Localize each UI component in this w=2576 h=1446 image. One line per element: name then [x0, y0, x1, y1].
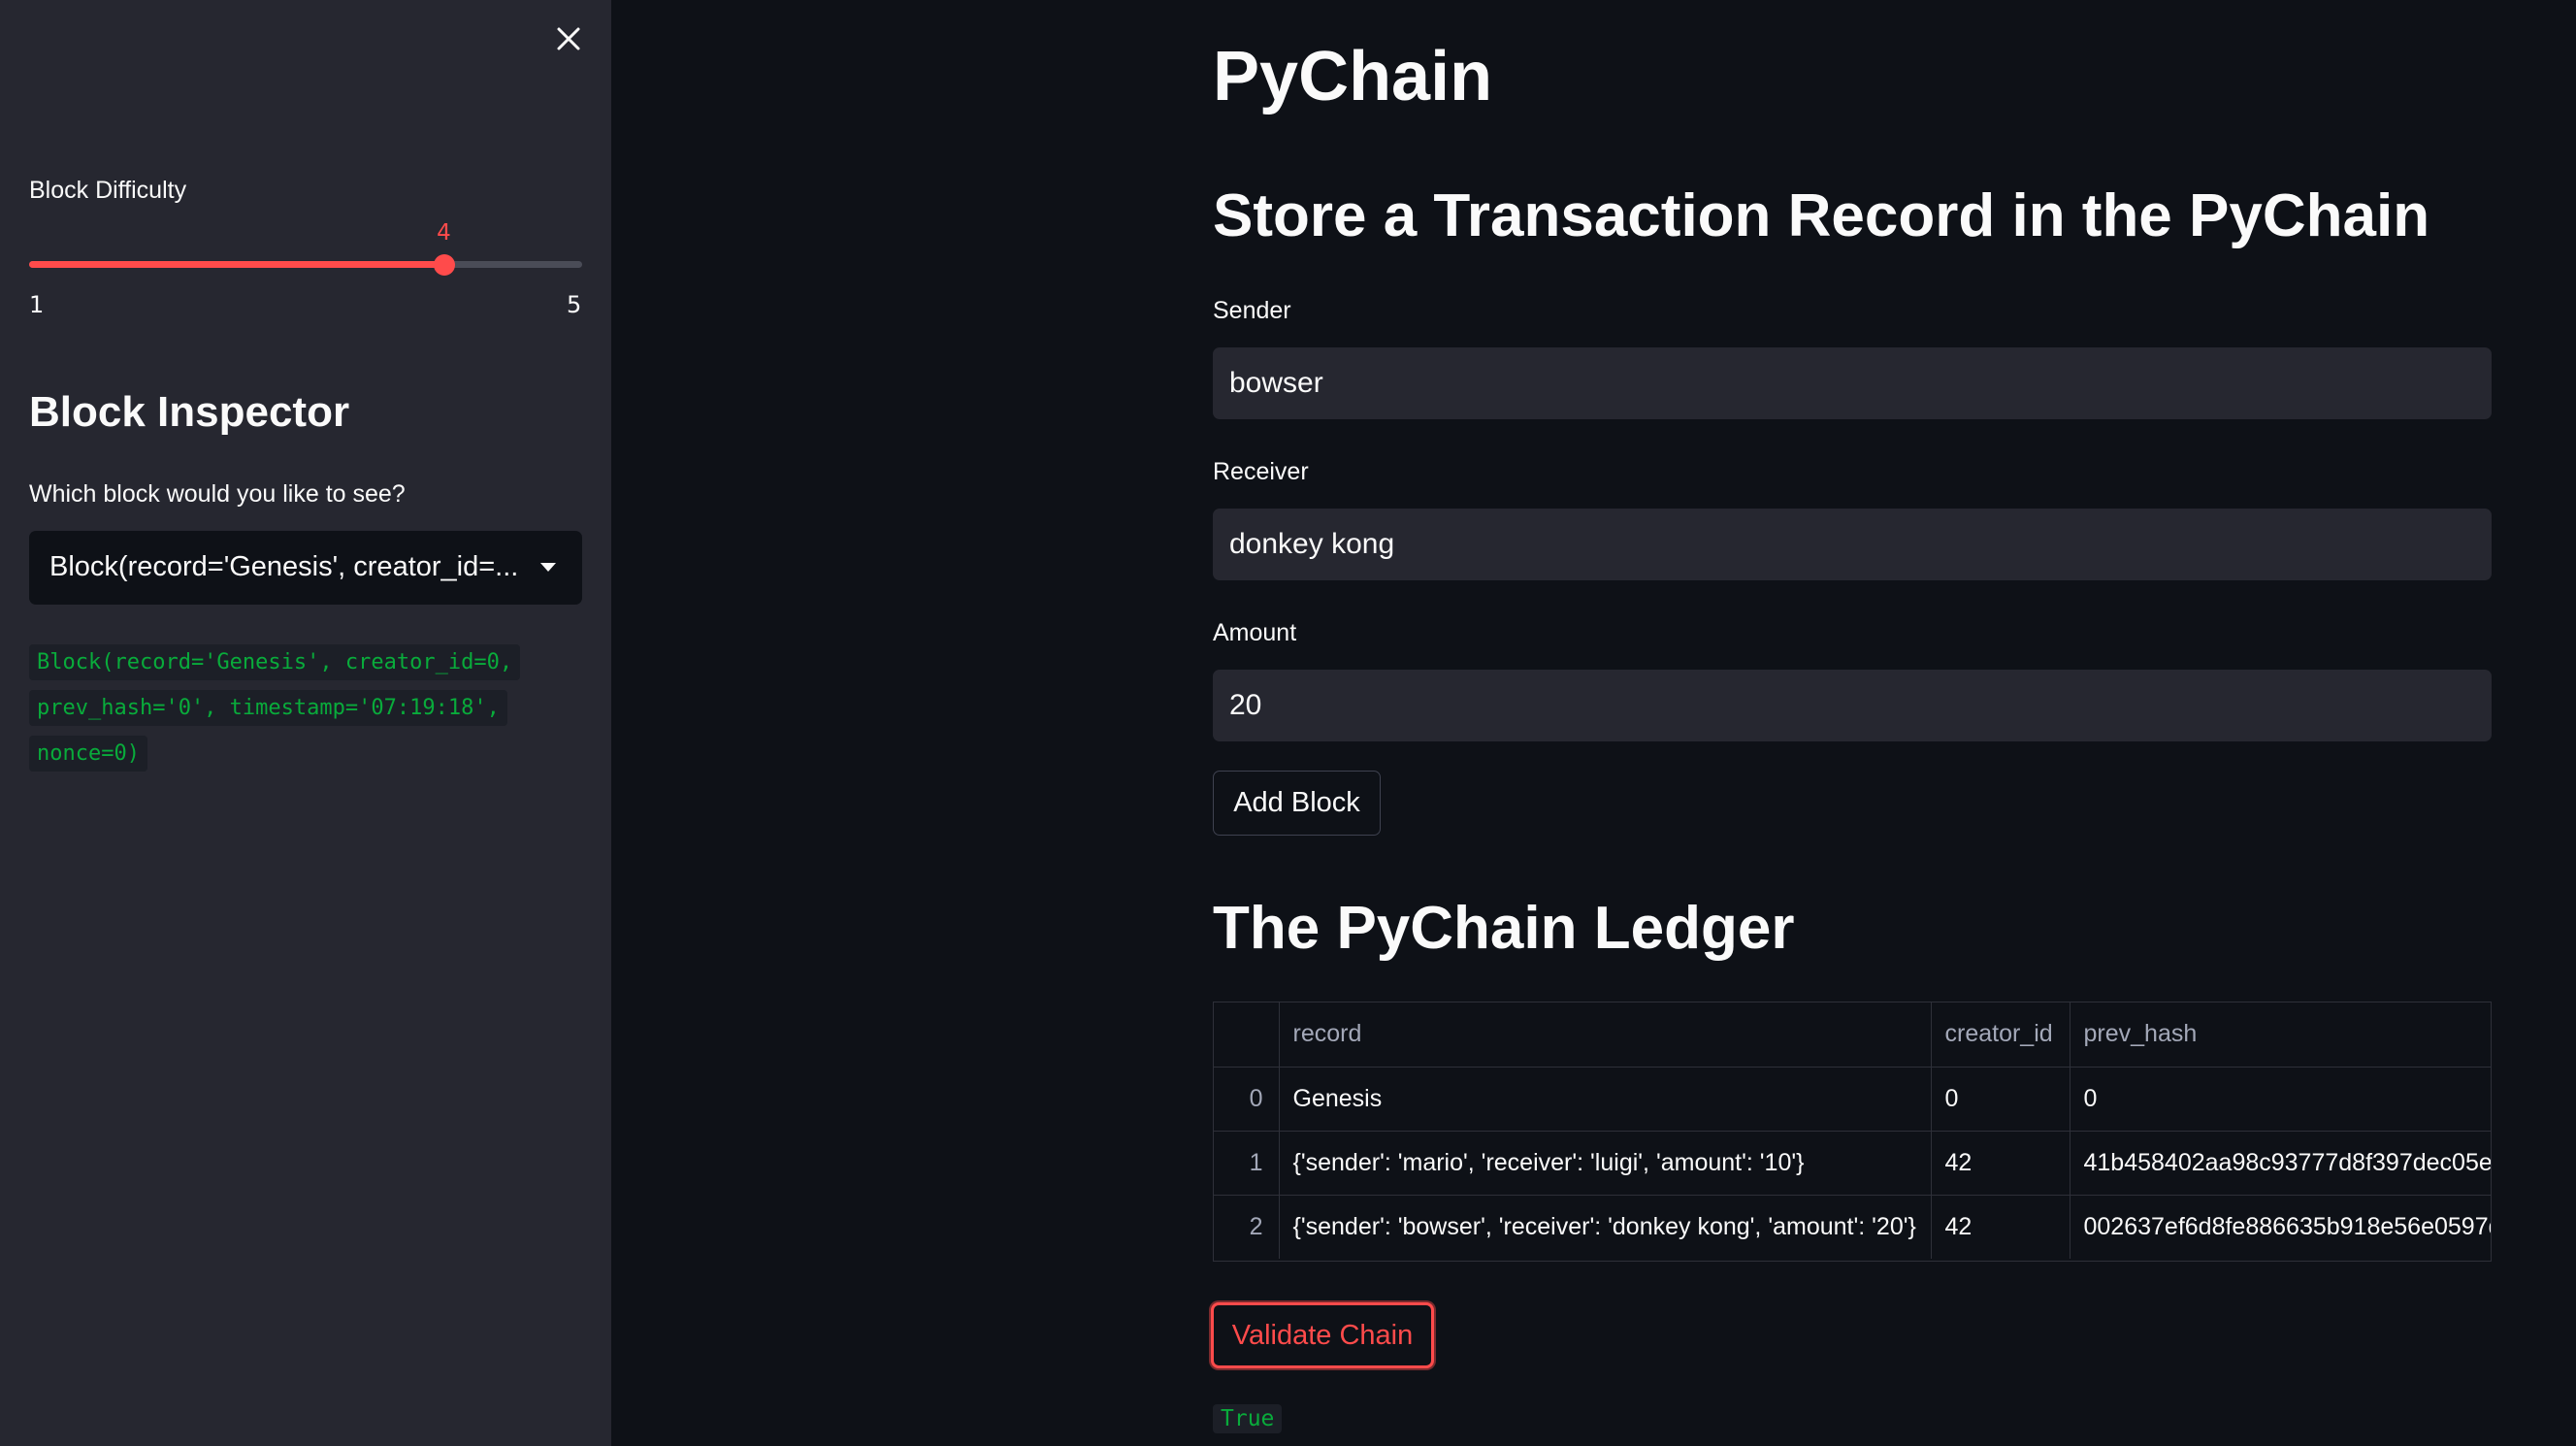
record-cell[interactable]: {'sender': 'bowser', 'receiver': 'donkey… [1279, 1195, 1932, 1259]
store-heading: Store a Transaction Record in the PyChai… [1213, 182, 2430, 249]
code-line: nonce=0) [29, 736, 147, 772]
slider-fill [29, 261, 444, 268]
app: Block Difficulty 4 1 5 Block Inspector W… [0, 0, 2576, 1446]
sender-label: Sender [1213, 297, 1291, 324]
validate-chain-button[interactable]: Validate Chain [1211, 1302, 1434, 1368]
block-detail-code: Block(record='Genesis', creator_id=0, pr… [29, 640, 572, 776]
prev-hash-cell[interactable]: 41b458402aa98c93777d8f397dec05efb [2070, 1131, 2491, 1196]
sender-input[interactable] [1213, 347, 2492, 419]
record-cell[interactable]: {'sender': 'mario', 'receiver': 'luigi',… [1279, 1131, 1932, 1196]
difficulty-slider[interactable] [29, 261, 582, 268]
table-row: 1 {'sender': 'mario', 'receiver': 'luigi… [1214, 1131, 2491, 1196]
close-icon [557, 27, 580, 50]
index-column-header [1214, 1002, 1280, 1068]
slider-min-label: 1 [29, 291, 45, 318]
difficulty-label: Block Difficulty [29, 177, 187, 204]
selected-block-value: Block(record='Genesis', creator_id=... [49, 551, 519, 582]
amount-label: Amount [1213, 619, 1297, 646]
chevron-down-icon [540, 563, 556, 572]
column-header-record[interactable]: record [1279, 1002, 1932, 1068]
ledger-table[interactable]: record creator_id prev_hash 0 Genesis 0 … [1213, 1002, 2492, 1262]
receiver-input[interactable] [1213, 509, 2492, 580]
block-selectbox[interactable]: Block(record='Genesis', creator_id=... [29, 531, 582, 605]
slider-value: 4 [437, 220, 451, 246]
creator-id-cell[interactable]: 42 [1931, 1195, 2071, 1259]
block-inspector-heading: Block Inspector [29, 388, 350, 436]
prev-hash-cell[interactable]: 002637ef6d8fe886635b918e56e0597d4 [2070, 1195, 2491, 1259]
row-index: 0 [1214, 1067, 1280, 1132]
close-sidebar-button[interactable] [549, 19, 588, 58]
table-row: 2 {'sender': 'bowser', 'receiver': 'donk… [1214, 1195, 2491, 1259]
slider-max-label: 5 [567, 291, 582, 318]
column-header-prev-hash[interactable]: prev_hash [2070, 1002, 2491, 1068]
add-block-button[interactable]: Add Block [1213, 771, 1381, 836]
validation-result: True [1213, 1404, 1283, 1433]
slider-thumb[interactable] [433, 254, 455, 276]
sidebar: Block Difficulty 4 1 5 Block Inspector W… [0, 0, 611, 1446]
amount-input[interactable] [1213, 670, 2492, 741]
table-header-row: record creator_id prev_hash [1214, 1002, 2491, 1068]
ledger-heading: The PyChain Ledger [1213, 895, 1795, 962]
prev-hash-cell[interactable]: 0 [2070, 1067, 2491, 1132]
receiver-label: Receiver [1213, 458, 1309, 485]
row-index: 1 [1214, 1131, 1280, 1196]
creator-id-cell[interactable]: 0 [1931, 1067, 2071, 1132]
record-cell[interactable]: Genesis [1279, 1067, 1932, 1132]
code-line: Block(record='Genesis', creator_id=0, [29, 644, 521, 680]
table-row: 0 Genesis 0 0 [1214, 1067, 2491, 1132]
block-select-label: Which block would you like to see? [29, 480, 406, 508]
creator-id-cell[interactable]: 42 [1931, 1131, 2071, 1196]
code-line: prev_hash='0', timestamp='07:19:18', [29, 690, 507, 726]
column-header-creator-id[interactable]: creator_id [1931, 1002, 2071, 1068]
page-title: PyChain [1213, 38, 1493, 115]
row-index: 2 [1214, 1195, 1280, 1259]
